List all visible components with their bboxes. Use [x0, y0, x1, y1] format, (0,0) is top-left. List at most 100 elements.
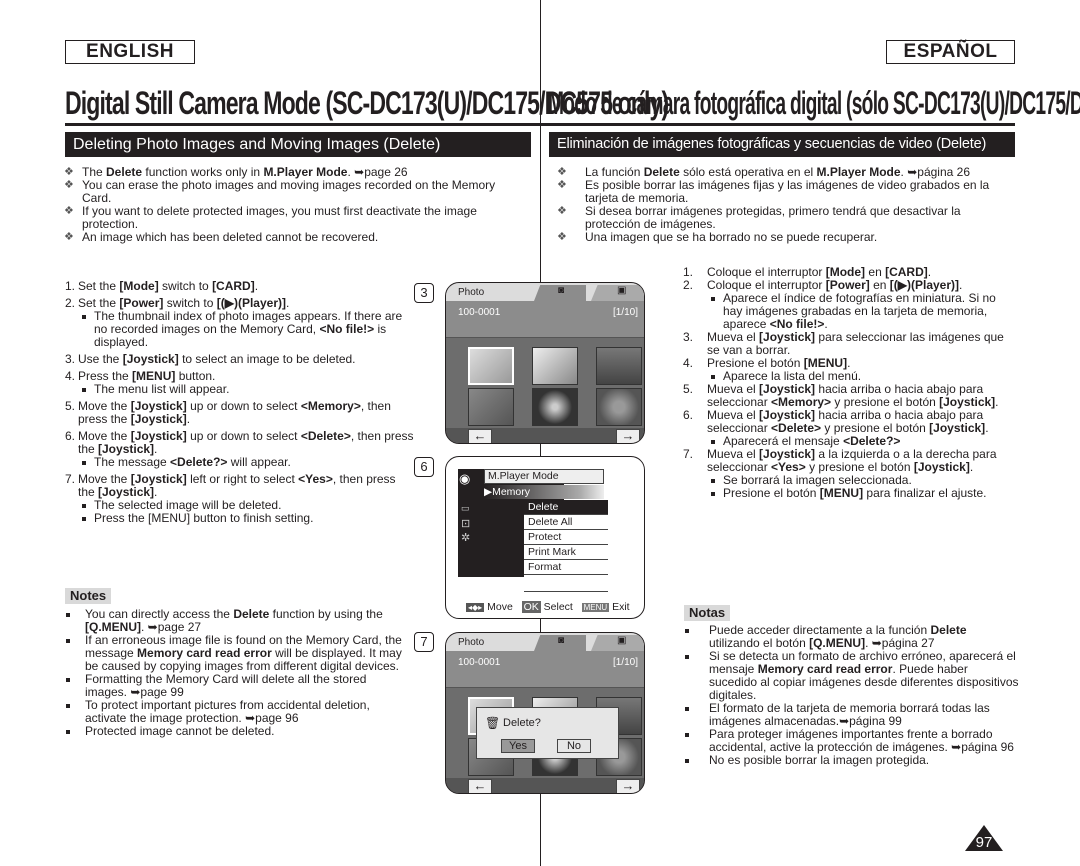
square-bullet-icon: [66, 639, 70, 643]
thumbnail-screen: Photo ◙ ▣ 100-0001 [1/10] ← →: [445, 282, 645, 444]
step-text: Mueva el [Joystick] hacia arriba o hacia…: [707, 382, 999, 409]
step-item: 5. Move the [Joystick] up or down to sele…: [65, 400, 415, 426]
square-bullet-icon: [685, 733, 689, 737]
title-rule-english: [65, 123, 540, 126]
menu-item-format[interactable]: Format: [524, 560, 608, 575]
step-text: Coloque el interruptor [Mode] en [CARD].: [707, 265, 932, 279]
menu-item-delete-all[interactable]: Delete All: [524, 515, 608, 530]
diamond-bullet-icon: ❖: [557, 205, 567, 217]
note-text: To protect important pictures from accid…: [85, 698, 370, 725]
intro-list-spanish: ❖ La función Delete sólo está operativa e…: [557, 166, 1017, 244]
step-sub-text: Aparece la lista del menú.: [723, 369, 862, 383]
menu-item-protect[interactable]: Protect: [524, 530, 608, 545]
step-number: 3.: [683, 330, 694, 344]
section-heading-spanish: Eliminación de imágenes fotográficas y s…: [549, 132, 1015, 157]
ok-key-icon: OK: [521, 601, 541, 613]
step-text: Mueva el [Joystick] a la izquierda o a l…: [707, 447, 997, 474]
note-text: Si se detecta un formato de archivo erró…: [709, 649, 1019, 702]
step-text: Move the [Joystick] up or down to select…: [78, 429, 414, 456]
note-item: You can directly access the Delete funct…: [65, 608, 405, 634]
diamond-bullet-icon: ❖: [557, 231, 567, 243]
step-item: 4. Presione el botón [MENU]. Aparece la li…: [683, 357, 1018, 383]
photo-tab[interactable]: ◙: [534, 635, 586, 651]
notes-label-spanish: Notas: [684, 605, 731, 621]
previous-arrow-icon[interactable]: ←: [468, 779, 492, 793]
joystick-icon: ◂◆▸: [466, 603, 485, 612]
thumbnail-flowers[interactable]: [532, 388, 578, 426]
yes-button[interactable]: Yes: [501, 739, 535, 753]
step-text: Use the [Joystick] to select an image to…: [78, 352, 356, 366]
square-bullet-icon: [66, 704, 70, 708]
next-arrow-icon[interactable]: →: [616, 429, 640, 443]
movie-tab[interactable]: ▣: [591, 635, 644, 651]
diamond-bullet-icon: ❖: [64, 179, 74, 191]
step-number: 3.: [65, 352, 76, 366]
diamond-bullet-icon: ❖: [557, 179, 567, 191]
step-item: 3. Mueva el [Joystick] para seleccionar l…: [683, 331, 1018, 357]
note-item: No es posible borrar la imagen protegida…: [684, 754, 1019, 767]
camera-icon: ◙: [558, 285, 565, 296]
intro-item: ❖ An image which has been deleted cannot …: [64, 231, 524, 244]
step-sub-item: The message <Delete?> will appear.: [78, 456, 415, 469]
thumbnail-cat[interactable]: [468, 388, 514, 426]
photo-tab[interactable]: ◙: [534, 285, 586, 301]
menu-item-delete[interactable]: Delete: [524, 500, 608, 515]
step-sub-text: Presione el botón [MENU] para finalizar …: [723, 486, 987, 500]
title-rule-spanish: [541, 123, 1015, 126]
section-heading-english: Deleting Photo Images and Moving Images …: [65, 132, 531, 157]
step-sub-item: Press the [MENU] button to finish settin…: [78, 512, 415, 525]
step-number: 2.: [683, 278, 694, 292]
note-text: No es posible borrar la imagen protegida…: [709, 753, 930, 767]
note-text: Para proteger imágenes importantes frent…: [709, 727, 1014, 754]
tv-icon: ⊡: [461, 518, 471, 530]
movie-tab[interactable]: ▣: [591, 285, 644, 301]
step-item: 1. Set the [Mode] switch to [CARD].: [65, 280, 415, 293]
square-bullet-icon: [711, 297, 715, 301]
step-number: 7.: [65, 472, 76, 486]
menu-key-icon: MENU: [581, 603, 610, 612]
figure-number-3: 3: [414, 283, 434, 303]
no-button[interactable]: No: [557, 739, 591, 753]
step-text: Presione el botón [MENU].: [707, 356, 851, 370]
note-item: Puede acceder directamente a la función …: [684, 624, 1019, 650]
language-label-english: ENGLISH: [65, 40, 195, 64]
square-bullet-icon: [711, 492, 715, 496]
file-number: 100-0001: [458, 657, 501, 668]
thumbnail-seagull[interactable]: [468, 347, 514, 385]
step-item: 7. Mueva el [Joystick] a la izquierda o a…: [683, 448, 1018, 500]
trash-icon: 🗑: [485, 716, 501, 730]
note-item: Protected image cannot be deleted.: [65, 725, 405, 738]
intro-item: ❖ Una imagen que se ha borrado no se pued…: [557, 231, 1017, 244]
thumbnail-fruit[interactable]: [596, 388, 642, 426]
menu-item-print-mark[interactable]: Print Mark: [524, 545, 608, 560]
step-item: 5. Mueva el [Joystick] hacia arriba o hac…: [683, 383, 1018, 409]
intro-text: Es posible borrar las imágenes fijas y l…: [585, 178, 990, 205]
previous-arrow-icon[interactable]: ←: [468, 429, 492, 443]
camera-icon: ◙: [558, 635, 565, 646]
note-item: To protect important pictures from accid…: [65, 699, 405, 725]
note-item: Formatting the Memory Card will delete a…: [65, 673, 405, 699]
step-text: Move the [Joystick] up or down to select…: [78, 399, 391, 426]
step-item: 6. Mueva el [Joystick] hacia arriba o hac…: [683, 409, 1018, 448]
intro-item: ❖ Si desea borrar imágenes protegidas, pr…: [557, 205, 1017, 231]
note-text: If an erroneous image file is found on t…: [85, 633, 402, 673]
next-arrow-icon[interactable]: →: [616, 779, 640, 793]
intro-text: Si desea borrar imágenes protegidas, pri…: [585, 204, 961, 231]
step-item: 3. Use the [Joystick] to select an image …: [65, 353, 415, 366]
thumbnail-puppies[interactable]: [532, 347, 578, 385]
thumbnail-children-in-park[interactable]: [596, 347, 642, 385]
select-label: Select: [543, 601, 573, 613]
note-item: If an erroneous image file is found on t…: [65, 634, 405, 673]
menu-memory[interactable]: ▶Memory: [484, 485, 604, 499]
note-text: Protected image cannot be deleted.: [85, 724, 275, 738]
intro-text: If you want to delete protected images, …: [82, 204, 477, 231]
step-sub-text: Aparece el índice de fotografías en mini…: [723, 291, 996, 331]
note-text: Formatting the Memory Card will delete a…: [85, 672, 367, 699]
menu-footer: ◂◆▸ Move OK Select MENU Exit: [466, 601, 630, 613]
step-item: 6. Move the [Joystick] up or down to sele…: [65, 430, 415, 469]
note-item: Si se detecta un formato de archivo erró…: [684, 650, 1019, 702]
note-text: Puede acceder directamente a la función …: [709, 623, 967, 650]
steps-list-english: 1. Set the [Mode] switch to [CARD]. 2. Set …: [65, 280, 415, 529]
diamond-bullet-icon: ❖: [64, 166, 74, 178]
intro-text: The Delete function works only in M.Play…: [82, 165, 408, 179]
